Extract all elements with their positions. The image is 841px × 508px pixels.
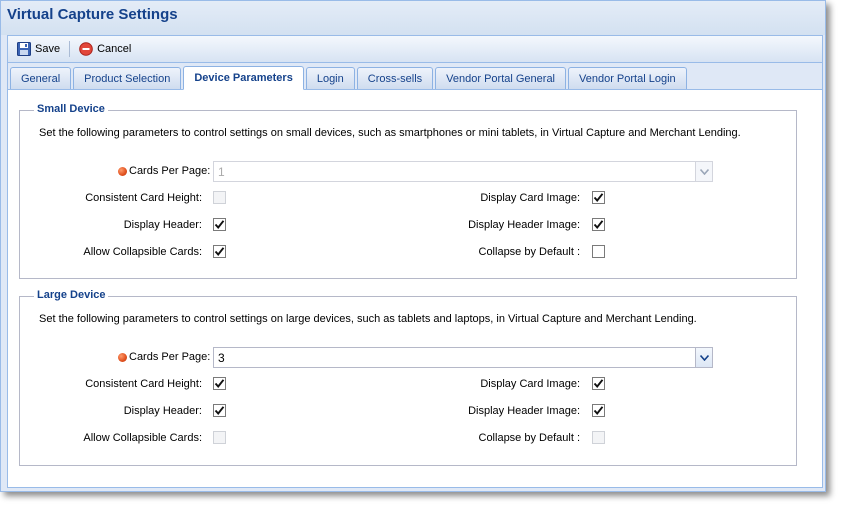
large-cards-per-page-select[interactable]: 3 — [213, 347, 713, 368]
required-dot-icon — [118, 167, 127, 176]
small-collapse-by-default-checkbox[interactable] — [592, 245, 605, 258]
large-device-fieldset: Large Device Set the following parameter… — [19, 289, 797, 466]
check-icon — [593, 406, 604, 415]
chevron-down-icon[interactable] — [695, 162, 712, 181]
tab-product-selection[interactable]: Product Selection — [73, 67, 182, 89]
required-dot-icon — [118, 353, 127, 362]
tab-cross-sells[interactable]: Cross-sells — [356, 67, 434, 89]
check-icon — [593, 379, 604, 388]
chevron-down-icon[interactable] — [695, 348, 712, 367]
large-display-header-label: Display Header: — [123, 405, 202, 417]
tab-strip: General Product Selection Device Paramet… — [7, 63, 823, 90]
large-display-card-image-label: Display Card Image: — [480, 378, 580, 390]
small-device-legend: Small Device — [34, 103, 108, 115]
large-collapse-by-default-checkbox[interactable] — [592, 431, 605, 444]
check-icon — [593, 220, 604, 229]
cancel-circle-icon — [79, 42, 93, 56]
small-consistent-card-height-checkbox[interactable] — [213, 191, 226, 204]
small-allow-collapsible-cards-checkbox[interactable] — [213, 245, 226, 258]
large-consistent-card-height-checkbox[interactable] — [213, 377, 226, 390]
title-bar: Virtual Capture Settings — [1, 1, 825, 35]
small-device-description: Set the following parameters to control … — [39, 127, 741, 139]
large-display-header-image-label: Display Header Image: — [468, 405, 580, 417]
tab-vendor-portal-login[interactable]: Vendor Portal Login — [568, 67, 687, 89]
large-display-header-image-checkbox[interactable] — [592, 404, 605, 417]
window-title: Virtual Capture Settings — [7, 6, 178, 23]
large-device-legend: Large Device — [34, 289, 109, 301]
small-device-fieldset: Small Device Set the following parameter… — [19, 103, 797, 279]
small-display-header-image-checkbox[interactable] — [592, 218, 605, 231]
toolbar: Save Cancel — [7, 35, 823, 63]
tab-content: Small Device Set the following parameter… — [7, 90, 823, 488]
large-consistent-card-height-label: Consistent Card Height: — [85, 378, 202, 390]
small-allow-collapsible-cards-label: Allow Collapsible Cards: — [83, 246, 202, 258]
check-icon — [593, 193, 604, 202]
large-display-header-checkbox[interactable] — [213, 404, 226, 417]
check-icon — [214, 379, 225, 388]
floppy-disk-icon — [17, 42, 31, 56]
large-collapse-by-default-label: Collapse by Default : — [478, 432, 581, 444]
large-allow-collapsible-cards-checkbox[interactable] — [213, 431, 226, 444]
toolbar-separator — [69, 41, 71, 57]
large-cards-per-page-value: 3 — [218, 351, 225, 365]
small-cards-per-page-label: Cards Per Page: — [129, 165, 211, 177]
tab-vendor-portal-general[interactable]: Vendor Portal General — [435, 67, 567, 89]
cancel-button[interactable]: Cancel — [75, 39, 135, 59]
small-cards-per-page-value: 1 — [218, 165, 225, 179]
small-display-header-checkbox[interactable] — [213, 218, 226, 231]
tab-login[interactable]: Login — [305, 67, 355, 89]
large-device-description: Set the following parameters to control … — [39, 313, 697, 325]
check-icon — [214, 220, 225, 229]
small-display-header-label: Display Header: — [123, 219, 202, 231]
cancel-label: Cancel — [97, 43, 132, 55]
save-button[interactable]: Save — [13, 39, 64, 59]
small-display-card-image-label: Display Card Image: — [480, 192, 580, 204]
small-consistent-card-height-label: Consistent Card Height: — [85, 192, 202, 204]
tab-general[interactable]: General — [10, 67, 72, 89]
settings-window: Virtual Capture Settings Save Cancel Gen… — [0, 0, 826, 492]
small-display-card-image-checkbox[interactable] — [592, 191, 605, 204]
save-label: Save — [35, 43, 61, 55]
large-allow-collapsible-cards-label: Allow Collapsible Cards: — [83, 432, 202, 444]
large-cards-per-page-label: Cards Per Page: — [129, 351, 211, 363]
check-icon — [214, 406, 225, 415]
small-cards-per-page-select[interactable]: 1 — [213, 161, 713, 182]
small-display-header-image-label: Display Header Image: — [468, 219, 580, 231]
large-display-card-image-checkbox[interactable] — [592, 377, 605, 390]
tab-device-parameters[interactable]: Device Parameters — [183, 66, 304, 90]
small-collapse-by-default-label: Collapse by Default : — [478, 246, 581, 258]
check-icon — [214, 247, 225, 256]
